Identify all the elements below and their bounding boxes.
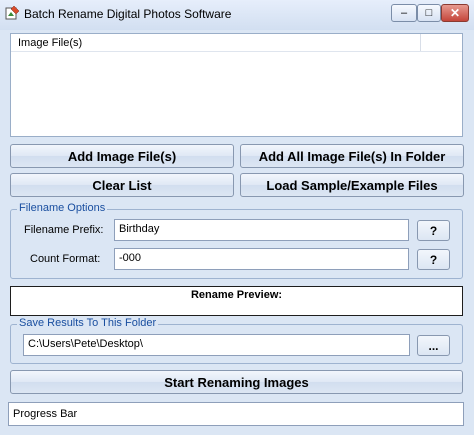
maximize-icon: □ bbox=[425, 6, 433, 19]
browse-folder-button[interactable]: ... bbox=[417, 335, 450, 356]
add-image-files-button[interactable]: Add Image File(s) bbox=[10, 144, 234, 168]
save-folder-label: Save Results To This Folder bbox=[17, 317, 159, 329]
help-icon: ? bbox=[429, 223, 438, 238]
filename-options-label: Filename Options bbox=[17, 202, 108, 214]
save-folder-group: Save Results To This Folder C:\Users\Pet… bbox=[10, 317, 463, 364]
minimize-icon: – bbox=[400, 6, 408, 19]
title-bar[interactable]: Batch Rename Digital Photos Software – □… bbox=[0, 0, 474, 30]
column-separator[interactable] bbox=[420, 34, 421, 51]
image-file-list[interactable]: Image File(s) bbox=[10, 33, 463, 137]
help-icon: ? bbox=[429, 252, 438, 267]
filename-prefix-label: Filename Prefix: bbox=[24, 224, 104, 236]
column-header-image-files[interactable]: Image File(s) bbox=[18, 37, 82, 49]
prefix-help-button[interactable]: ? bbox=[417, 220, 450, 241]
filename-options-group: Filename Options Filename Prefix: Birthd… bbox=[10, 202, 463, 279]
minimize-button[interactable]: – bbox=[391, 4, 417, 22]
list-header: Image File(s) bbox=[11, 34, 462, 52]
window-title: Batch Rename Digital Photos Software bbox=[24, 7, 232, 21]
browse-icon: ... bbox=[428, 338, 439, 353]
save-folder-path-input[interactable]: C:\Users\Pete\Desktop\ bbox=[23, 334, 410, 356]
close-icon: ✕ bbox=[449, 6, 461, 20]
add-folder-button[interactable]: Add All Image File(s) In Folder bbox=[240, 144, 464, 168]
rename-preview-box: Rename Preview: bbox=[10, 286, 463, 316]
app-icon bbox=[5, 5, 20, 20]
filename-prefix-input[interactable]: Birthday bbox=[114, 219, 409, 241]
count-format-input[interactable]: -000 bbox=[114, 248, 409, 270]
clear-list-button[interactable]: Clear List bbox=[10, 173, 234, 197]
load-sample-files-button[interactable]: Load Sample/Example Files bbox=[240, 173, 464, 197]
rename-preview-label: Rename Preview: bbox=[190, 289, 283, 301]
app-window: Batch Rename Digital Photos Software – □… bbox=[0, 0, 474, 435]
progress-bar-label: Progress Bar bbox=[13, 408, 78, 420]
count-help-button[interactable]: ? bbox=[417, 249, 450, 270]
maximize-button[interactable]: □ bbox=[417, 4, 441, 22]
progress-bar: Progress Bar bbox=[8, 402, 464, 426]
start-renaming-button[interactable]: Start Renaming Images bbox=[10, 370, 463, 394]
close-button[interactable]: ✕ bbox=[441, 4, 469, 22]
count-format-label: Count Format: bbox=[30, 253, 101, 265]
